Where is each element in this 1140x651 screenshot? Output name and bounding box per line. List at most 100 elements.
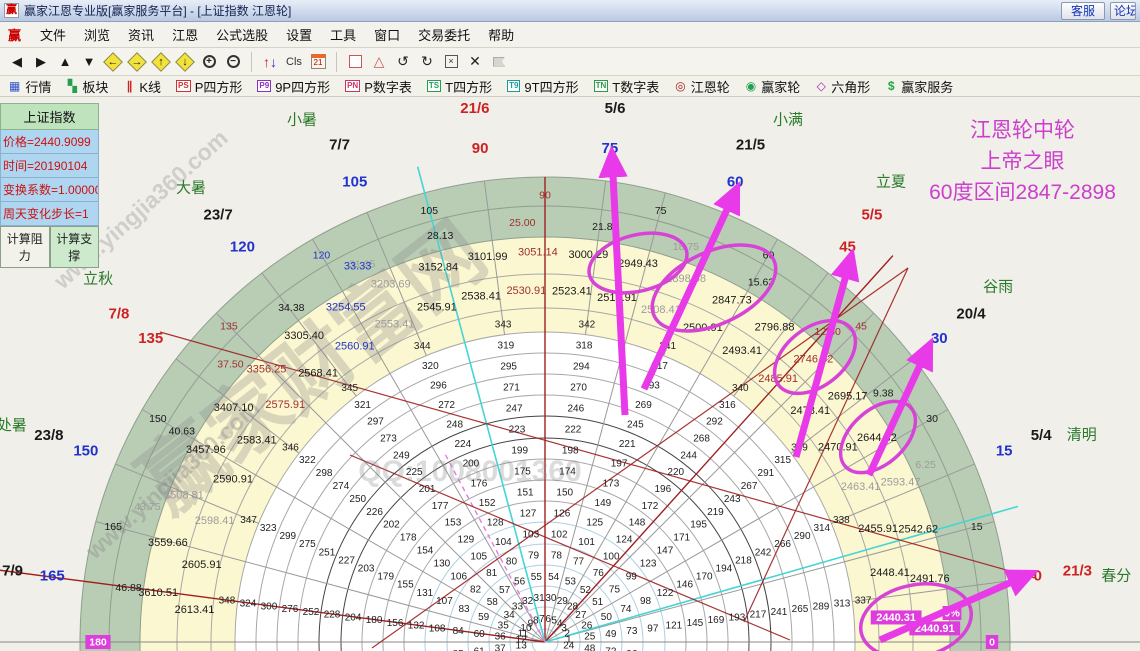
- svg-text:270: 270: [570, 383, 587, 394]
- pan-right-icon[interactable]: →: [126, 51, 148, 73]
- cls-icon[interactable]: Cls: [283, 51, 305, 73]
- svg-text:273: 273: [380, 434, 397, 445]
- menu-trade[interactable]: 交易委托: [409, 22, 479, 47]
- maximize-icon[interactable]: ×: [440, 51, 462, 73]
- svg-text:28: 28: [567, 602, 579, 613]
- menu-formula-select[interactable]: 公式选股: [207, 22, 277, 47]
- ribbon-item-9T四方形[interactable]: T9 9T四方形: [507, 77, 579, 96]
- up-icon[interactable]: ▲: [54, 51, 76, 73]
- svg-text:51: 51: [592, 597, 604, 608]
- svg-text:201: 201: [419, 484, 436, 495]
- svg-text:153: 153: [445, 518, 462, 529]
- brand-icon: 赢: [8, 28, 22, 43]
- svg-text:20/4: 20/4: [956, 306, 986, 323]
- zoom-out-icon[interactable]: −: [222, 51, 244, 73]
- ribbon-item-T数字表[interactable]: TN T数字表: [593, 77, 659, 96]
- calc-resistance-button[interactable]: 计算阻力: [0, 226, 50, 268]
- svg-text:76: 76: [593, 568, 605, 579]
- svg-text:75: 75: [602, 140, 619, 157]
- menu-gann[interactable]: 江恩: [163, 22, 207, 47]
- ribbon-item-T四方形[interactable]: TS T四方形: [426, 77, 492, 96]
- ribbon-item-9P四方形[interactable]: P9 9P四方形: [257, 77, 330, 96]
- menu-window[interactable]: 窗口: [365, 22, 409, 47]
- svg-text:100: 100: [603, 551, 620, 562]
- ribbon-item-江恩轮[interactable]: ◎ 江恩轮: [674, 77, 730, 96]
- svg-text:243: 243: [724, 494, 741, 505]
- svg-text:176: 176: [471, 478, 488, 489]
- svg-text:3508.81: 3508.81: [164, 489, 204, 501]
- svg-text:81: 81: [486, 568, 498, 579]
- menu-settings[interactable]: 设置: [277, 22, 321, 47]
- ribbon-item-赢家轮[interactable]: ◉ 赢家轮: [745, 77, 801, 96]
- svg-text:221: 221: [619, 439, 636, 450]
- toolbar-separator: [336, 51, 337, 72]
- svg-text:148: 148: [629, 518, 646, 529]
- pan-down-icon[interactable]: ↓: [174, 51, 196, 73]
- calc-support-button[interactable]: 计算支撑: [49, 226, 99, 268]
- svg-text:180: 180: [366, 615, 383, 626]
- menu-browse[interactable]: 浏览: [75, 22, 119, 47]
- svg-text:99: 99: [626, 571, 638, 582]
- ribbon-item-P四方形[interactable]: PS P四方形: [176, 77, 242, 96]
- svg-text:7/8: 7/8: [109, 306, 130, 323]
- rotate-ccw-icon[interactable]: ↺: [392, 51, 414, 73]
- forum-button[interactable]: 论坛: [1110, 1, 1136, 20]
- svg-text:226: 226: [366, 507, 383, 518]
- calendar-icon[interactable]: 21: [307, 51, 329, 73]
- ribbon-label: 9P四方形: [275, 79, 331, 95]
- svg-text:314: 314: [813, 523, 830, 534]
- svg-text:130: 130: [434, 558, 451, 569]
- svg-text:2605.91: 2605.91: [182, 559, 222, 571]
- flag-icon[interactable]: [488, 51, 510, 73]
- svg-text:2560.91: 2560.91: [335, 340, 375, 352]
- ribbon-item-行情[interactable]: ▦ 行情: [8, 77, 51, 96]
- triangle-tool-icon[interactable]: △: [368, 51, 390, 73]
- square-tool-icon[interactable]: [344, 51, 366, 73]
- window-title: 赢家江恩专业版[赢家服务平台] - [上证指数 江恩轮]: [24, 4, 292, 18]
- customer-service-button[interactable]: 客服: [1060, 1, 1105, 20]
- pan-left-icon[interactable]: ←: [102, 51, 124, 73]
- svg-text:61: 61: [474, 646, 486, 651]
- svg-text:123: 123: [640, 558, 657, 569]
- svg-text:3305.40: 3305.40: [284, 330, 324, 342]
- svg-text:2455.91: 2455.91: [858, 523, 898, 535]
- svg-text:165: 165: [40, 568, 65, 585]
- gann-wheel-canvas[interactable]: 赢家财富网 www.yingjia360.com www.yingjia360.co…: [0, 97, 1140, 651]
- time-row: 时间=20190104: [0, 154, 99, 178]
- app-logo-icon: 赢: [4, 3, 19, 18]
- rotate-cw-icon[interactable]: ↻: [416, 51, 438, 73]
- svg-text:320: 320: [422, 361, 439, 372]
- ribbon-item-六角形[interactable]: ◇ 六角形: [815, 77, 871, 96]
- svg-text:7/7: 7/7: [329, 136, 350, 153]
- forward-icon[interactable]: ▶: [30, 51, 52, 73]
- svg-text:135: 135: [138, 330, 163, 347]
- svg-text:83: 83: [459, 604, 471, 615]
- svg-text:125: 125: [586, 517, 603, 528]
- svg-text:23/8: 23/8: [34, 427, 63, 444]
- menu-news[interactable]: 资讯: [119, 22, 163, 47]
- zoom-in-icon[interactable]: +: [198, 51, 220, 73]
- menu-file[interactable]: 文件: [31, 22, 75, 47]
- svg-text:129: 129: [458, 534, 475, 545]
- pan-up-icon[interactable]: ↑: [150, 51, 172, 73]
- toolbar-separator: [251, 51, 252, 72]
- svg-text:6.25: 6.25: [915, 459, 936, 471]
- svg-text:319: 319: [498, 341, 515, 352]
- svg-text:29: 29: [557, 596, 569, 607]
- menu-tools[interactable]: 工具: [321, 22, 365, 47]
- ribbon-item-板块[interactable]: ▚ 板块: [66, 77, 109, 96]
- ribbon-icon: P9: [257, 80, 272, 92]
- down-icon[interactable]: ▼: [78, 51, 100, 73]
- svg-text:21/6: 21/6: [460, 100, 489, 117]
- svg-text:171: 171: [673, 533, 690, 544]
- svg-text:30: 30: [545, 593, 557, 604]
- svg-text:90: 90: [539, 190, 551, 202]
- ribbon-item-P数字表[interactable]: PN P数字表: [345, 77, 412, 96]
- ribbon-item-赢家服务[interactable]: $ 赢家服务: [885, 77, 953, 96]
- svg-text:48: 48: [584, 643, 596, 651]
- menu-help[interactable]: 帮助: [479, 22, 523, 47]
- back-icon[interactable]: ◀: [6, 51, 28, 73]
- updown-icon[interactable]: ↑ ↓: [259, 51, 281, 73]
- ribbon-item-K线[interactable]: ∥ K线: [123, 77, 161, 96]
- fit-icon[interactable]: ✕: [464, 51, 486, 73]
